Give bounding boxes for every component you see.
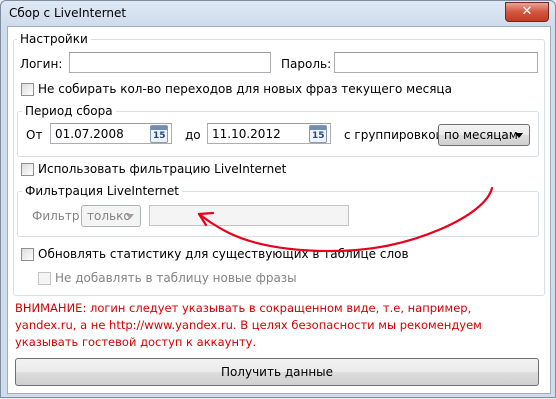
annotation-arrow-icon [197,186,494,253]
dialog-window: Сбор с LiveInternet ✕ Настройки Логин: П… [0,0,556,398]
